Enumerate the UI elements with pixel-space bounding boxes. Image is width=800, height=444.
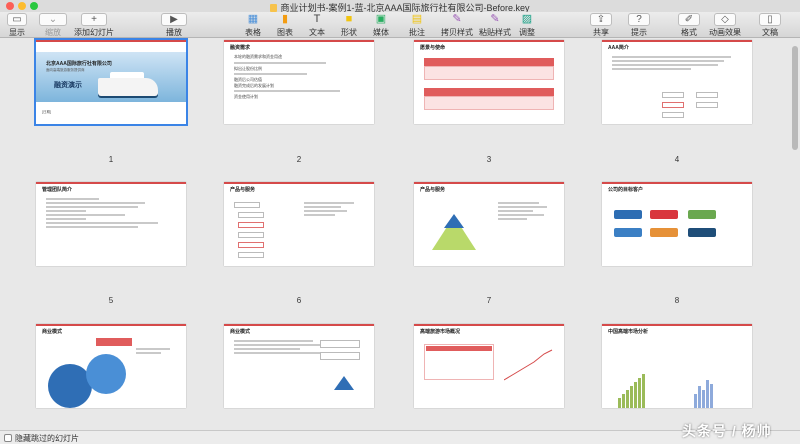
bottom-bar: 隐藏跳过的幻灯片 <box>0 430 800 444</box>
paste-style-icon: ✎ <box>490 13 500 25</box>
tips-button[interactable]: ? 提示 <box>626 13 652 37</box>
slide-thumbnail-8[interactable]: 公司的目标客户 <box>602 182 752 266</box>
slide-company-name: 北京AAA国际旅行社有限公司 <box>46 61 112 67</box>
slide-thumbnail-1[interactable]: 北京AAA国际旅行社有限公司 面向高端旅游服务提供商 融资演示 [日期] <box>34 38 188 126</box>
slide-subtitle: 面向高端旅游服务提供商 <box>46 68 85 72</box>
bar-chart-icon <box>618 370 645 408</box>
client-logo <box>614 210 642 219</box>
slide-title: 愿景与使命 <box>420 45 446 51</box>
slide-thumbnail-9[interactable]: 商业模式 <box>36 324 186 408</box>
skip-slides-checkbox[interactable] <box>4 434 12 442</box>
text-icon: T <box>313 13 321 25</box>
keynote-document-icon <box>270 4 278 12</box>
share-icon: ⇪ <box>590 13 612 26</box>
slide-number: 6 <box>296 296 302 305</box>
shape-icon: ■ <box>345 13 353 25</box>
slide-thumbnail-11[interactable]: 高端旅游市场概况 <box>414 324 564 408</box>
slide-thumbnail-12[interactable]: 中国高端市场分析 <box>602 324 752 408</box>
window-titlebar: 商业计划书-案例1-蓝-北京AAA国际旅行社有限公司-Before.key <box>0 0 800 13</box>
slide-title: 商业模式 <box>230 329 251 335</box>
slide-number: 8 <box>674 296 680 305</box>
slide-thumbnail-7[interactable]: 产品与服务 <box>414 182 564 266</box>
adjust-button[interactable]: ▨ 调整 <box>514 13 540 37</box>
client-logo <box>688 210 716 219</box>
paintbrush-icon: ✐ <box>678 13 700 26</box>
line-chart-icon <box>504 349 553 381</box>
toolbar: ▭ 显示 ⌄ 缩放 + 添加幻灯片 ▶ 播放 ▦ 表格 ▮ 图表 T 文本 ■ … <box>0 12 800 38</box>
copy-style-icon: ✎ <box>452 13 462 25</box>
slide-title: 公司的目标客户 <box>608 187 644 193</box>
lightbulb-icon: ? <box>628 13 650 26</box>
slide-number: 5 <box>108 296 114 305</box>
slide-number: 2 <box>296 155 302 164</box>
slide-title: 商业模式 <box>42 329 63 335</box>
add-slide-button[interactable]: + 添加幻灯片 <box>74 13 114 37</box>
slide-number: 4 <box>674 155 680 164</box>
paste-style-button[interactable]: ✎ 粘贴样式 <box>476 13 514 37</box>
slide-accent-line <box>36 40 186 42</box>
slide-number: 3 <box>486 155 492 164</box>
slide-title: 高端旅游市场概况 <box>420 329 461 335</box>
adjust-icon: ▨ <box>521 13 533 25</box>
slide-thumbnail-3[interactable]: 愿景与使命 <box>414 40 564 124</box>
media-icon: ▣ <box>375 13 387 25</box>
slide-footer: [日期] <box>42 110 51 114</box>
animate-button[interactable]: ◇ 动画效果 <box>706 13 744 37</box>
slide-title: AAA简介 <box>608 45 629 51</box>
slide-title: 中国高端市场分析 <box>608 329 649 335</box>
chart-icon: ▮ <box>281 13 289 25</box>
slide-title: 融资需求 <box>230 45 251 51</box>
share-button[interactable]: ⇪ 共享 <box>588 13 614 37</box>
client-logo <box>688 228 716 237</box>
table-button[interactable]: ▦ 表格 <box>240 13 266 37</box>
shape-button[interactable]: ■ 形状 <box>336 13 362 37</box>
slide-thumbnail-6[interactable]: 产品与服务 <box>224 182 374 266</box>
plus-icon: + <box>81 13 107 26</box>
table-icon: ▦ <box>247 13 259 25</box>
comment-button[interactable]: ▤ 批注 <box>404 13 430 37</box>
media-button[interactable]: ▣ 媒体 <box>368 13 394 37</box>
skip-slides-label: 隐藏跳过的幻灯片 <box>15 434 79 443</box>
slide-thumbnail-4[interactable]: AAA简介 <box>602 40 752 124</box>
slide-number: 7 <box>486 296 492 305</box>
zoom-menu[interactable]: ⌄ 缩放 <box>38 13 68 37</box>
slide-thumbnail-10[interactable]: 商业模式 <box>224 324 374 408</box>
slide-title: 产品与服务 <box>230 187 256 193</box>
sidebar-icon: ▭ <box>7 13 27 26</box>
vertical-scrollbar[interactable] <box>792 46 798 150</box>
comment-icon: ▤ <box>411 13 423 25</box>
watermark-text: 头条号 / 杨帅 <box>682 423 772 439</box>
diamond-icon: ◇ <box>714 13 736 26</box>
slide-bullets: 本轮的融资需求和资金用途 拟出让股份比例 融资后公司估值 融资完成后的发展计划 … <box>234 54 366 100</box>
copy-style-button[interactable]: ✎ 拷贝样式 <box>438 13 476 37</box>
slide-title: 产品与服务 <box>420 187 446 193</box>
bar-chart-icon <box>694 370 713 408</box>
slide-thumbnail-2[interactable]: 融资需求 本轮的融资需求和资金用途 拟出让股份比例 融资后公司估值 融资完成后的… <box>224 40 374 124</box>
play-button[interactable]: ▶ 播放 <box>160 13 188 37</box>
document-button[interactable]: ▯ 文稿 <box>750 13 790 37</box>
format-button[interactable]: ✐ 格式 <box>676 13 702 37</box>
client-logo <box>650 210 678 219</box>
slide-heading: 融资演示 <box>54 82 82 89</box>
view-button[interactable]: ▭ 显示 <box>4 13 30 37</box>
slide-title: 管理团队简介 <box>42 187 73 193</box>
client-logo <box>650 228 678 237</box>
slide-thumbnail-5[interactable]: 管理团队简介 <box>36 182 186 266</box>
text-button[interactable]: T 文本 <box>304 13 330 37</box>
chart-button[interactable]: ▮ 图表 <box>272 13 298 37</box>
slide-number: 1 <box>108 155 114 164</box>
client-logo <box>614 228 642 237</box>
chevron-down-icon: ⌄ <box>39 13 67 26</box>
slide-grid: 北京AAA国际旅行社有限公司 面向高端旅游服务提供商 融资演示 [日期] 1 融… <box>0 38 790 430</box>
document-icon: ▯ <box>759 13 781 26</box>
play-icon: ▶ <box>161 13 187 26</box>
